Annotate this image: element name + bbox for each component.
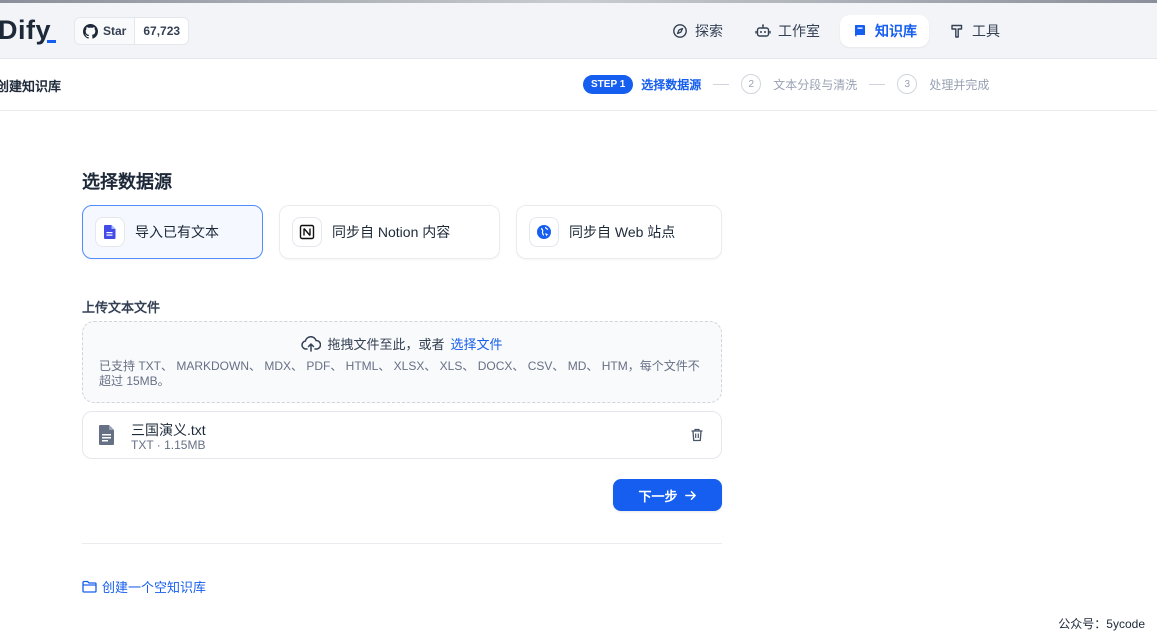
upload-cloud-icon (301, 335, 322, 352)
step-2-label: 文本分段与清洗 (773, 77, 858, 92)
web-icon (529, 217, 559, 247)
folder-icon (82, 580, 97, 593)
page-title: 创建知识库 (0, 79, 62, 94)
dify-logo[interactable]: Dify (0, 15, 51, 46)
nav-studio[interactable]: 工作室 (743, 15, 832, 47)
github-star-label: Star (103, 24, 127, 38)
next-step-button[interactable]: 下一步 (613, 479, 722, 511)
dropzone-text: 拖拽文件至此，或者 (327, 337, 445, 352)
section-divider (82, 543, 722, 544)
nav-explore-label: 探索 (695, 23, 723, 39)
trash-icon[interactable] (689, 427, 705, 443)
section-title: 选择数据源 (82, 172, 172, 192)
nav-knowledge[interactable]: 知识库 (840, 15, 929, 47)
dropzone-hint: 已支持 TXT、 MARKDOWN、 MDX、 PDF、 HTML、 XLSX、… (99, 359, 700, 388)
file-dropzone[interactable]: 拖拽文件至此，或者 选择文件 已支持 TXT、 MARKDOWN、 MDX、 P… (82, 321, 722, 403)
stepper: STEP 1 选择数据源 2 文本分段与清洗 3 处理并完成 (583, 74, 989, 94)
file-name: 三国演义.txt (131, 422, 206, 438)
app-header: Dify Star 67,723 探索 工作室 知识库 工具 (0, 3, 1157, 59)
source-import-text[interactable]: 导入已有文本 (82, 205, 263, 259)
compass-icon (673, 24, 687, 38)
source-web-label: 同步自 Web 站点 (569, 224, 676, 240)
github-star-count: 67,723 (143, 24, 181, 38)
file-text-icon (95, 217, 125, 247)
next-step-label: 下一步 (638, 488, 678, 504)
step-1-label: 选择数据源 (641, 77, 702, 92)
file-meta: TXT · 1.15MB (131, 438, 206, 452)
nav-tools-label: 工具 (972, 23, 1000, 39)
nav-studio-label: 工作室 (778, 23, 820, 39)
create-empty-kb-label: 创建一个空知识库 (102, 580, 207, 595)
dropzone-prompt: 拖拽文件至此，或者 选择文件 (83, 334, 721, 353)
step-1-badge: STEP 1 (583, 74, 634, 94)
book-icon (855, 25, 865, 37)
github-star-widget[interactable]: Star 67,723 (74, 17, 190, 45)
nav-explore[interactable]: 探索 (660, 15, 735, 47)
nav-tools[interactable]: 工具 (937, 15, 1012, 47)
source-notion-label: 同步自 Notion 内容 (332, 224, 451, 240)
logo-accent (47, 40, 56, 43)
source-notion[interactable]: 同步自 Notion 内容 (279, 205, 500, 259)
github-star-button[interactable]: Star (75, 18, 136, 44)
choose-file-link[interactable]: 选择文件 (451, 334, 503, 353)
sub-header: 创建知识库 STEP 1 选择数据源 2 文本分段与清洗 3 处理并完成 (0, 59, 1157, 111)
upload-label: 上传文本文件 (82, 300, 161, 315)
github-icon (83, 23, 98, 39)
step-3-number: 3 (897, 74, 918, 94)
robot-icon (755, 24, 771, 37)
step-connector (713, 83, 730, 85)
step-3-label: 处理并完成 (929, 77, 990, 92)
arrow-right-icon (684, 490, 696, 500)
step-connector (869, 83, 886, 85)
watermark-text: 公众号：5ycode (1058, 617, 1145, 631)
nav-knowledge-label: 知识库 (875, 23, 917, 39)
source-import-text-label: 导入已有文本 (135, 224, 219, 240)
notion-icon (292, 217, 322, 247)
source-web[interactable]: 同步自 Web 站点 (516, 205, 722, 259)
step-2-number: 2 (741, 74, 762, 94)
uploaded-file-item: 三国演义.txt TXT · 1.15MB (82, 411, 722, 459)
main-nav: 探索 工作室 知识库 工具 (660, 15, 1012, 47)
document-icon (99, 425, 114, 445)
hammer-icon (951, 24, 963, 38)
create-empty-kb-link[interactable]: 创建一个空知识库 (82, 577, 206, 596)
